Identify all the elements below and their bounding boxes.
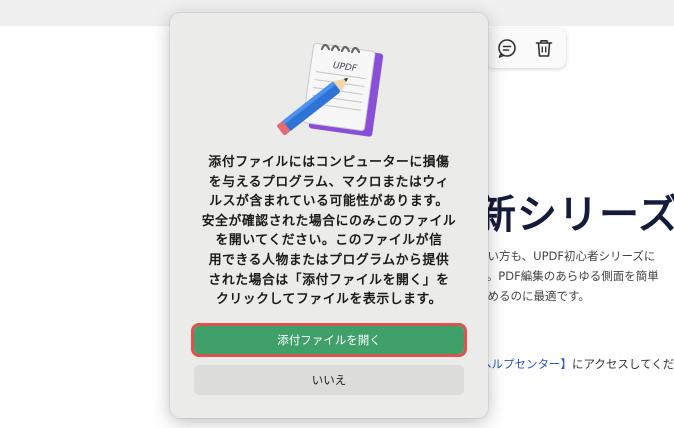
message-line: クリックしてファイルを表示します。: [215, 292, 443, 308]
annotation-toolbar: [486, 28, 566, 68]
background-paragraph-line: たい方も、UPDF初心者シリーズに: [476, 249, 656, 263]
help-center-link[interactable]: ヘルプセンター】: [480, 357, 572, 371]
dialog-message: 添付ファイルにはコンピューターに損傷 を与えるプログラム、マクロまたはウィ ルス…: [192, 153, 466, 310]
background-paragraph-line: 始めるのに最適です。: [476, 289, 590, 303]
comment-icon[interactable]: [496, 37, 518, 59]
trash-icon[interactable]: [533, 37, 555, 59]
help-center-suffix: にアクセスしてくださ: [572, 357, 674, 371]
message-line: 安全が確認された場合にのみこのファイル: [201, 213, 457, 229]
message-line: を開いてください。このファイルが信: [215, 233, 443, 249]
background-heading: 新シリーズ: [476, 192, 674, 238]
message-line: ルスが含まれている可能性があります。: [209, 194, 449, 210]
notepad-pencil-icon: UPDF: [270, 37, 388, 147]
attachment-warning-dialog: UPDF 添付ファイルにはコンピューターに損傷 を与えるプログラム、マクロまたは…: [170, 13, 488, 418]
message-line: 添付ファイルにはコンピューターに損傷: [208, 155, 450, 170]
message-line: された場合は「添付ファイルを開く」を: [208, 272, 450, 288]
no-button[interactable]: いいえ: [194, 365, 464, 395]
background-paragraph-line: う。PDF編集のあらゆる側面を簡単: [476, 269, 659, 283]
background-help-line: ヘルプセンター】にアクセスしてくださ: [480, 356, 674, 372]
message-line: 用できる人物またはプログラムから提供: [208, 252, 450, 268]
open-attachment-button[interactable]: 添付ファイルを開く: [191, 323, 467, 357]
message-line: を与えるプログラム、マクロまたはウィ: [208, 174, 450, 190]
